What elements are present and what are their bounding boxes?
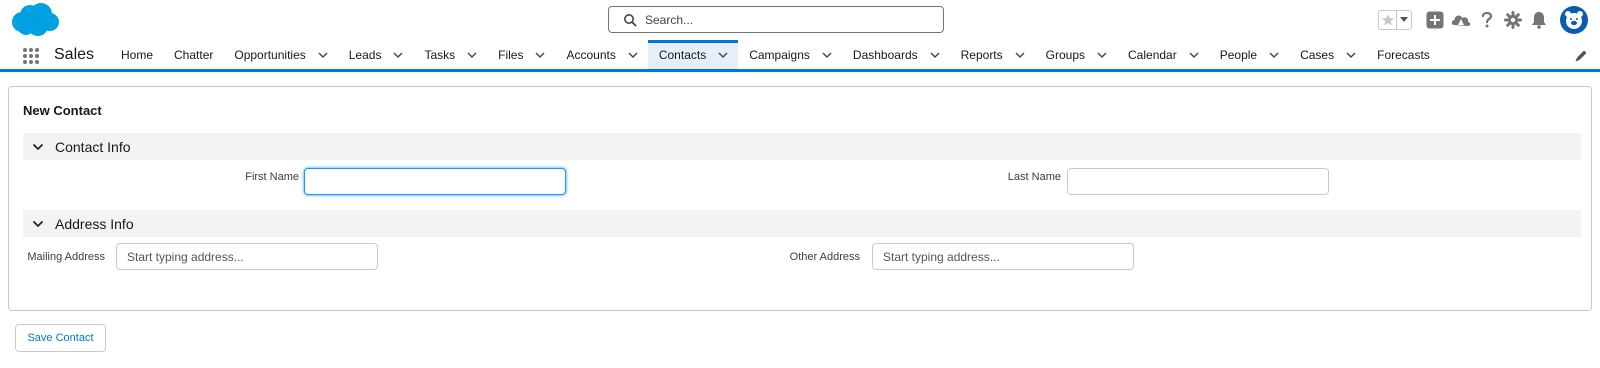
- nav-tab-label: Home: [121, 47, 154, 62]
- global-actions-plus-icon[interactable]: [1422, 7, 1448, 33]
- first-name-input[interactable]: [304, 168, 566, 195]
- nav-tab-people[interactable]: People: [1209, 40, 1289, 69]
- app-navigation-bar: Sales Home Chatter Opportunities Leads Tasks…: [0, 40, 1600, 72]
- nav-tab-label: Leads: [348, 47, 382, 62]
- chevron-down-icon[interactable]: [467, 50, 477, 60]
- nav-tab-leads[interactable]: Leads: [338, 40, 414, 69]
- favorite-star-icon[interactable]: [1379, 11, 1397, 29]
- mailing-address-input[interactable]: [116, 243, 378, 270]
- search-placeholder: Search...: [645, 12, 694, 27]
- chevron-down-icon[interactable]: [718, 50, 728, 60]
- nav-tab-calendar[interactable]: Calendar: [1117, 40, 1209, 69]
- nav-tab-groups[interactable]: Groups: [1035, 40, 1117, 69]
- chevron-down-icon[interactable]: [628, 50, 638, 60]
- chevron-down-icon: [31, 217, 45, 231]
- nav-tab-tasks[interactable]: Tasks: [413, 40, 487, 69]
- nav-tabs: Home Chatter Opportunities Leads Tasks Files A…: [110, 40, 1440, 69]
- chevron-down-icon[interactable]: [1269, 50, 1279, 60]
- salesforce-cloud-logo[interactable]: [8, 2, 60, 38]
- nav-tab-label: Dashboards: [852, 47, 918, 62]
- nav-tab-label: Chatter: [174, 47, 214, 62]
- setup-gear-icon[interactable]: [1500, 7, 1526, 33]
- chevron-down-icon[interactable]: [1015, 50, 1025, 60]
- save-contact-button[interactable]: Save Contact: [15, 324, 106, 352]
- section-header-address-info[interactable]: Address Info: [23, 210, 1581, 237]
- nav-tab-label: Calendar: [1128, 47, 1177, 62]
- page-title: New Contact: [23, 103, 102, 118]
- edit-nav-pencil-icon[interactable]: [1574, 49, 1588, 63]
- header-actions: [1378, 4, 1588, 36]
- last-name-input[interactable]: [1067, 168, 1329, 195]
- search-icon: [623, 13, 637, 27]
- chevron-down-icon[interactable]: [318, 50, 328, 60]
- nav-tab-home[interactable]: Home: [110, 40, 163, 69]
- global-search-input[interactable]: Search...: [608, 6, 944, 33]
- last-name-label: Last Name: [1007, 171, 1061, 183]
- notifications-bell-icon[interactable]: [1526, 7, 1552, 33]
- section-title: Address Info: [55, 215, 134, 232]
- chevron-down-icon[interactable]: [1346, 50, 1356, 60]
- nav-tab-label: Accounts: [566, 47, 616, 62]
- chevron-down-icon[interactable]: [1097, 50, 1107, 60]
- new-contact-card: New Contact Contact Info First Name Last…: [8, 86, 1592, 311]
- user-avatar[interactable]: [1560, 6, 1588, 34]
- nav-tab-reports[interactable]: Reports: [950, 40, 1035, 69]
- chevron-down-icon[interactable]: [535, 50, 545, 60]
- nav-tab-accounts[interactable]: Accounts: [555, 40, 647, 69]
- nav-tab-files[interactable]: Files: [487, 40, 555, 69]
- nav-tab-label: Tasks: [424, 47, 456, 62]
- other-address-input[interactable]: [872, 243, 1134, 270]
- chevron-down-icon[interactable]: [822, 50, 832, 60]
- nav-tab-label: Reports: [960, 47, 1003, 62]
- other-address-label: Other Address: [789, 251, 860, 263]
- chevron-down-icon[interactable]: [1189, 50, 1199, 60]
- section-title: Contact Info: [55, 138, 131, 155]
- nav-tab-opportunities[interactable]: Opportunities: [223, 40, 337, 69]
- nav-tab-label: Forecasts: [1377, 47, 1430, 62]
- nav-tab-label: People: [1219, 47, 1258, 62]
- favorites-group: [1378, 10, 1412, 30]
- mailing-address-label: Mailing Address: [27, 251, 105, 263]
- nav-tab-chatter[interactable]: Chatter: [163, 40, 223, 69]
- nav-tab-label: Groups: [1045, 47, 1086, 62]
- help-icon[interactable]: [1474, 7, 1500, 33]
- section-header-contact-info[interactable]: Contact Info: [23, 133, 1581, 160]
- nav-tab-label: Campaigns: [749, 47, 810, 62]
- nav-tab-cases[interactable]: Cases: [1289, 40, 1366, 69]
- nav-tab-label: Files: [498, 47, 524, 62]
- nav-tab-dashboards[interactable]: Dashboards: [842, 40, 950, 69]
- chevron-down-icon: [31, 140, 45, 154]
- global-header: Search...: [0, 0, 1600, 40]
- nav-tab-contacts[interactable]: Contacts: [647, 40, 739, 69]
- trailhead-icon[interactable]: [1448, 7, 1474, 33]
- nav-tab-label: Cases: [1300, 47, 1335, 62]
- app-launcher-icon[interactable]: [22, 47, 40, 65]
- first-name-label: First Name: [245, 171, 299, 183]
- nav-tab-forecasts[interactable]: Forecasts: [1366, 40, 1440, 69]
- app-name: Sales: [54, 46, 95, 63]
- nav-tab-label: Opportunities: [234, 47, 306, 62]
- nav-tab-label: Contacts: [658, 47, 707, 62]
- chevron-down-icon[interactable]: [930, 50, 940, 60]
- favorites-dropdown-icon[interactable]: [1397, 11, 1411, 29]
- chevron-down-icon[interactable]: [393, 50, 403, 60]
- nav-tab-campaigns[interactable]: Campaigns: [738, 40, 842, 69]
